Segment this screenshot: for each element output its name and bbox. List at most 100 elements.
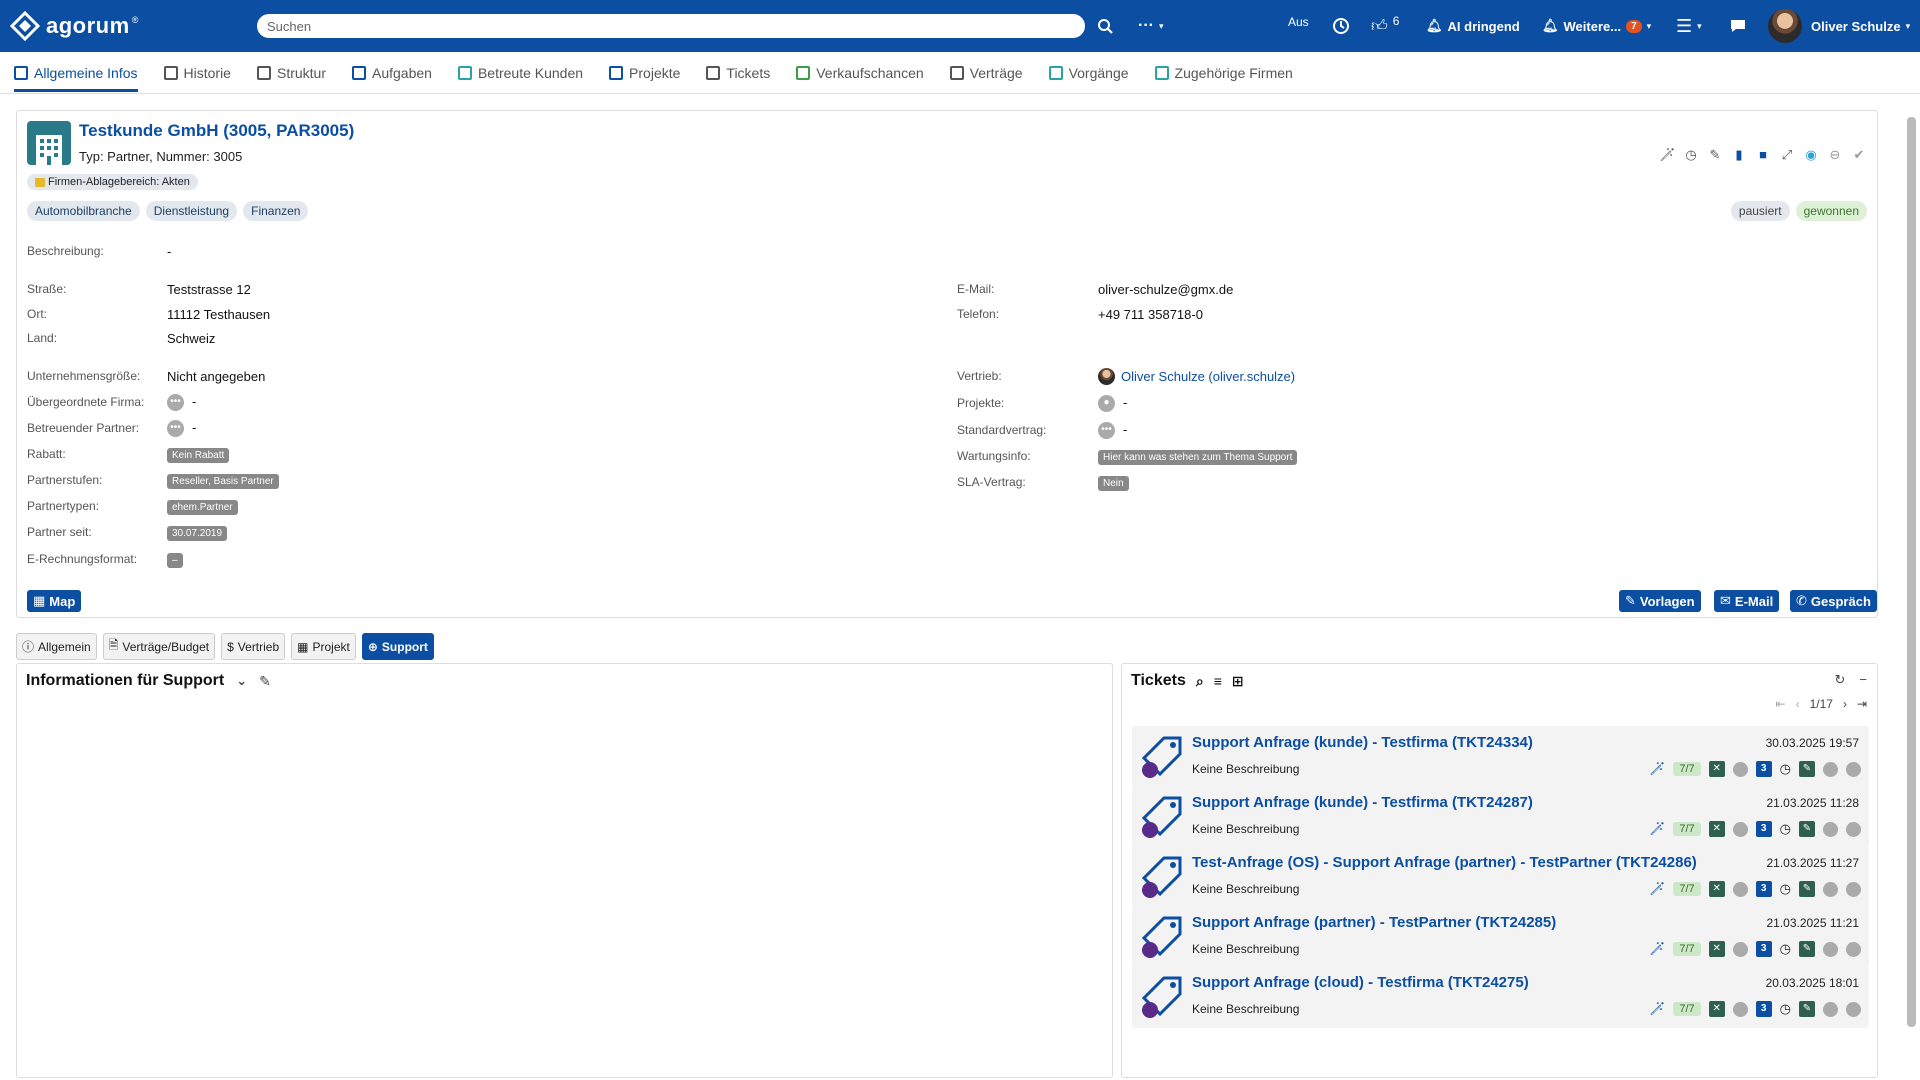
excel-icon[interactable]: ✕ bbox=[1708, 1001, 1725, 1017]
excel-icon[interactable]: ✕ bbox=[1708, 821, 1725, 837]
first-page-icon[interactable]: ⇤ bbox=[1776, 697, 1786, 711]
user-icon[interactable] bbox=[1732, 1001, 1748, 1017]
hamburger-menu[interactable]: ☰ ▾ bbox=[1676, 0, 1702, 52]
edit-icon[interactable]: ✎ bbox=[1707, 147, 1723, 163]
subtab-support[interactable]: ⊕ Support bbox=[361, 633, 434, 660]
subtab-vertraege[interactable]: 🗎︎ Verträge/Budget bbox=[102, 633, 216, 660]
wand-icon[interactable]: 🪄︎ bbox=[1649, 761, 1666, 777]
minus-icon[interactable] bbox=[1823, 941, 1838, 957]
phone-value[interactable]: +49 711 358718-0 bbox=[1098, 307, 1203, 322]
refresh-icon[interactable]: ↻ bbox=[1835, 672, 1846, 688]
count-badge[interactable]: 3 bbox=[1755, 1001, 1772, 1017]
ticket-title[interactable]: Support Anfrage (kunde) - Testfirma (TKT… bbox=[1192, 734, 1757, 751]
ablage-pill[interactable]: Firmen-Ablagebereich: Akten bbox=[27, 174, 204, 190]
count-badge[interactable]: 3 bbox=[1755, 881, 1772, 897]
ticket-item[interactable]: Support Anfrage (cloud) - Testfirma (TKT… bbox=[1132, 966, 1869, 1028]
user-icon[interactable] bbox=[1732, 761, 1748, 777]
count-badge[interactable]: 3 bbox=[1755, 941, 1772, 957]
search-icon[interactable]: ◉ bbox=[1803, 147, 1819, 163]
subtab-projekt[interactable]: ▦ Projekt bbox=[291, 633, 356, 660]
check-icon[interactable]: ✔ bbox=[1851, 147, 1867, 163]
gespraech-button[interactable]: ✆ Gespräch bbox=[1790, 590, 1877, 612]
ticket-item[interactable]: Support Anfrage (partner) - TestPartner … bbox=[1132, 906, 1869, 968]
excel-icon[interactable]: ✕ bbox=[1708, 881, 1725, 897]
tab-projekte[interactable]: Projekte bbox=[609, 52, 680, 94]
agorum-logo[interactable]: agorum ® bbox=[10, 11, 250, 41]
status-badge-paused[interactable]: pausiert bbox=[1730, 201, 1790, 221]
minus-icon[interactable] bbox=[1823, 1001, 1838, 1017]
minus-icon[interactable] bbox=[1823, 821, 1838, 837]
minus-icon[interactable] bbox=[1823, 881, 1838, 897]
clock-icon[interactable]: ◷ bbox=[1780, 881, 1791, 897]
ticket-title[interactable]: Test-Anfrage (OS) - Support Anfrage (par… bbox=[1192, 854, 1757, 871]
document-icon[interactable]: ▮ bbox=[1731, 147, 1747, 163]
wand-icon[interactable]: 🪄︎ bbox=[1659, 147, 1676, 163]
wand-icon[interactable]: 🪄︎ bbox=[1649, 821, 1666, 837]
tab-struktur[interactable]: Struktur bbox=[256, 52, 326, 94]
chat-icon[interactable] bbox=[1729, 0, 1747, 52]
count-badge[interactable]: 3 bbox=[1755, 761, 1772, 777]
edit-icon[interactable]: ✎ bbox=[1799, 941, 1815, 957]
branch-tag[interactable]: Dienstleistung bbox=[145, 201, 238, 221]
ticket-item[interactable]: Support Anfrage (kunde) - Testfirma (TKT… bbox=[1132, 726, 1869, 788]
clock-icon[interactable]: ◷ bbox=[1780, 761, 1791, 777]
clock-icon[interactable]: ◷ bbox=[1683, 147, 1699, 163]
user-icon[interactable]: ● bbox=[1098, 395, 1115, 413]
ticket-title[interactable]: Support Anfrage (kunde) - Testfirma (TKT… bbox=[1192, 794, 1757, 811]
check-icon[interactable] bbox=[1846, 821, 1861, 837]
expand-icon[interactable]: ⤢ bbox=[1779, 147, 1795, 163]
user-icon[interactable] bbox=[1732, 941, 1748, 957]
ticket-title[interactable]: Support Anfrage (partner) - TestPartner … bbox=[1192, 914, 1757, 931]
wand-icon[interactable]: 🪄︎ bbox=[1649, 1001, 1666, 1017]
page-scrollbar[interactable] bbox=[1907, 103, 1916, 1043]
collapse-icon[interactable]: − bbox=[1859, 672, 1867, 688]
status-badge-won[interactable]: gewonnen bbox=[1795, 201, 1867, 221]
last-page-icon[interactable]: ⇥ bbox=[1857, 697, 1867, 711]
search-icon[interactable] bbox=[1097, 0, 1113, 52]
tab-allgemeine-infos[interactable]: Allgemeine Infos bbox=[14, 52, 138, 94]
more-icon[interactable]: ••• bbox=[1098, 422, 1115, 440]
excel-icon[interactable]: ✕ bbox=[1708, 761, 1725, 777]
clock-icon[interactable]: ◷ bbox=[1780, 941, 1791, 957]
branch-tag[interactable]: Finanzen bbox=[243, 201, 309, 221]
email-button[interactable]: ✉ E-Mail bbox=[1714, 590, 1780, 612]
more-icon[interactable]: ••• bbox=[167, 394, 184, 412]
user-icon[interactable] bbox=[1732, 881, 1748, 897]
ticket-item[interactable]: Test-Anfrage (OS) - Support Anfrage (par… bbox=[1132, 846, 1869, 908]
edit-icon[interactable]: ✎ bbox=[259, 673, 271, 690]
chevron-down-icon[interactable]: ⌄ bbox=[236, 673, 247, 689]
email-value[interactable]: oliver-schulze@gmx.de bbox=[1098, 282, 1233, 297]
branch-tag[interactable]: Automobilbranche bbox=[27, 201, 140, 221]
ticket-item[interactable]: Support Anfrage (kunde) - Testfirma (TKT… bbox=[1132, 786, 1869, 848]
wand-icon[interactable]: 🪄︎ bbox=[1649, 941, 1666, 957]
count-badge[interactable]: 3 bbox=[1755, 821, 1772, 837]
minus-icon[interactable] bbox=[1823, 761, 1838, 777]
tab-tickets[interactable]: Tickets bbox=[706, 52, 770, 94]
user-menu[interactable]: Oliver Schulze ▾ bbox=[1768, 0, 1910, 52]
search-input[interactable]: Suchen bbox=[257, 14, 1085, 38]
status-icon[interactable] bbox=[1332, 0, 1350, 52]
user-icon[interactable] bbox=[1732, 821, 1748, 837]
edit-icon[interactable]: ✎ bbox=[1799, 821, 1815, 837]
edit-icon[interactable]: ✎ bbox=[1799, 881, 1815, 897]
clock-icon[interactable]: ◷ bbox=[1780, 1001, 1791, 1017]
check-icon[interactable] bbox=[1846, 761, 1861, 777]
more-icon[interactable]: ••• bbox=[167, 420, 184, 438]
wand-icon[interactable]: 🪄︎ bbox=[1649, 881, 1666, 897]
tab-historie[interactable]: Historie bbox=[163, 52, 231, 94]
likes[interactable]: 👍︎ 6 bbox=[1371, 0, 1399, 52]
prev-page-icon[interactable]: ‹ bbox=[1796, 697, 1800, 711]
folder-icon[interactable]: ■ bbox=[1755, 147, 1771, 163]
weitere-menu[interactable]: 🔔︎ Weitere... 7 ▾ bbox=[1542, 0, 1651, 52]
map-button[interactable]: ▦ Map bbox=[27, 590, 82, 612]
check-icon[interactable] bbox=[1846, 941, 1861, 957]
tab-verkaufschancen[interactable]: Verkaufschancen bbox=[796, 52, 924, 94]
subtab-allgemein[interactable]: ⓘ Allgemein bbox=[16, 633, 97, 660]
scrollbar-thumb[interactable] bbox=[1907, 117, 1916, 1027]
vertrieb-link[interactable]: Oliver Schulze (oliver.schulze) bbox=[1098, 368, 1295, 385]
minus-icon[interactable]: ⊖ bbox=[1827, 147, 1843, 163]
ticket-title[interactable]: Support Anfrage (cloud) - Testfirma (TKT… bbox=[1192, 974, 1757, 991]
tab-verträge[interactable]: Verträge bbox=[949, 52, 1023, 94]
next-page-icon[interactable]: › bbox=[1843, 697, 1847, 711]
edit-icon[interactable]: ✎ bbox=[1799, 761, 1815, 777]
